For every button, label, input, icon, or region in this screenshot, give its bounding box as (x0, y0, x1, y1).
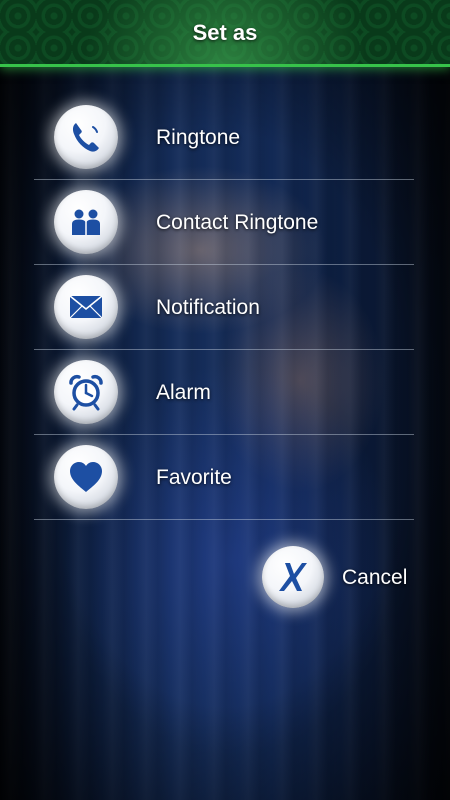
menu-item-alarm[interactable]: Alarm (34, 350, 414, 435)
menu-item-favorite[interactable]: Favorite (34, 435, 414, 520)
envelope-icon (54, 275, 118, 339)
menu-item-label: Favorite (156, 466, 232, 489)
menu-item-ringtone[interactable]: Ringtone (34, 95, 414, 180)
menu-item-label: Ringtone (156, 126, 241, 149)
heart-icon (54, 445, 118, 509)
contacts-icon (54, 190, 118, 254)
menu-item-notification[interactable]: Notification (34, 265, 414, 350)
set-as-menu: Ringtone Contact Ringtone Notification A… (34, 95, 414, 520)
cancel-label: Cancel (342, 566, 408, 589)
menu-item-label: Notification (156, 296, 260, 319)
menu-item-label: Contact Ringtone (156, 211, 319, 234)
x-icon (262, 546, 324, 608)
menu-item-contact-ringtone[interactable]: Contact Ringtone (34, 180, 414, 265)
cancel-button[interactable]: Cancel (262, 546, 422, 610)
header-bar: Set as (0, 0, 450, 67)
menu-item-label: Alarm (156, 381, 211, 404)
page-title: Set as (192, 20, 258, 45)
phone-icon (54, 105, 118, 169)
alarm-clock-icon (54, 360, 118, 424)
